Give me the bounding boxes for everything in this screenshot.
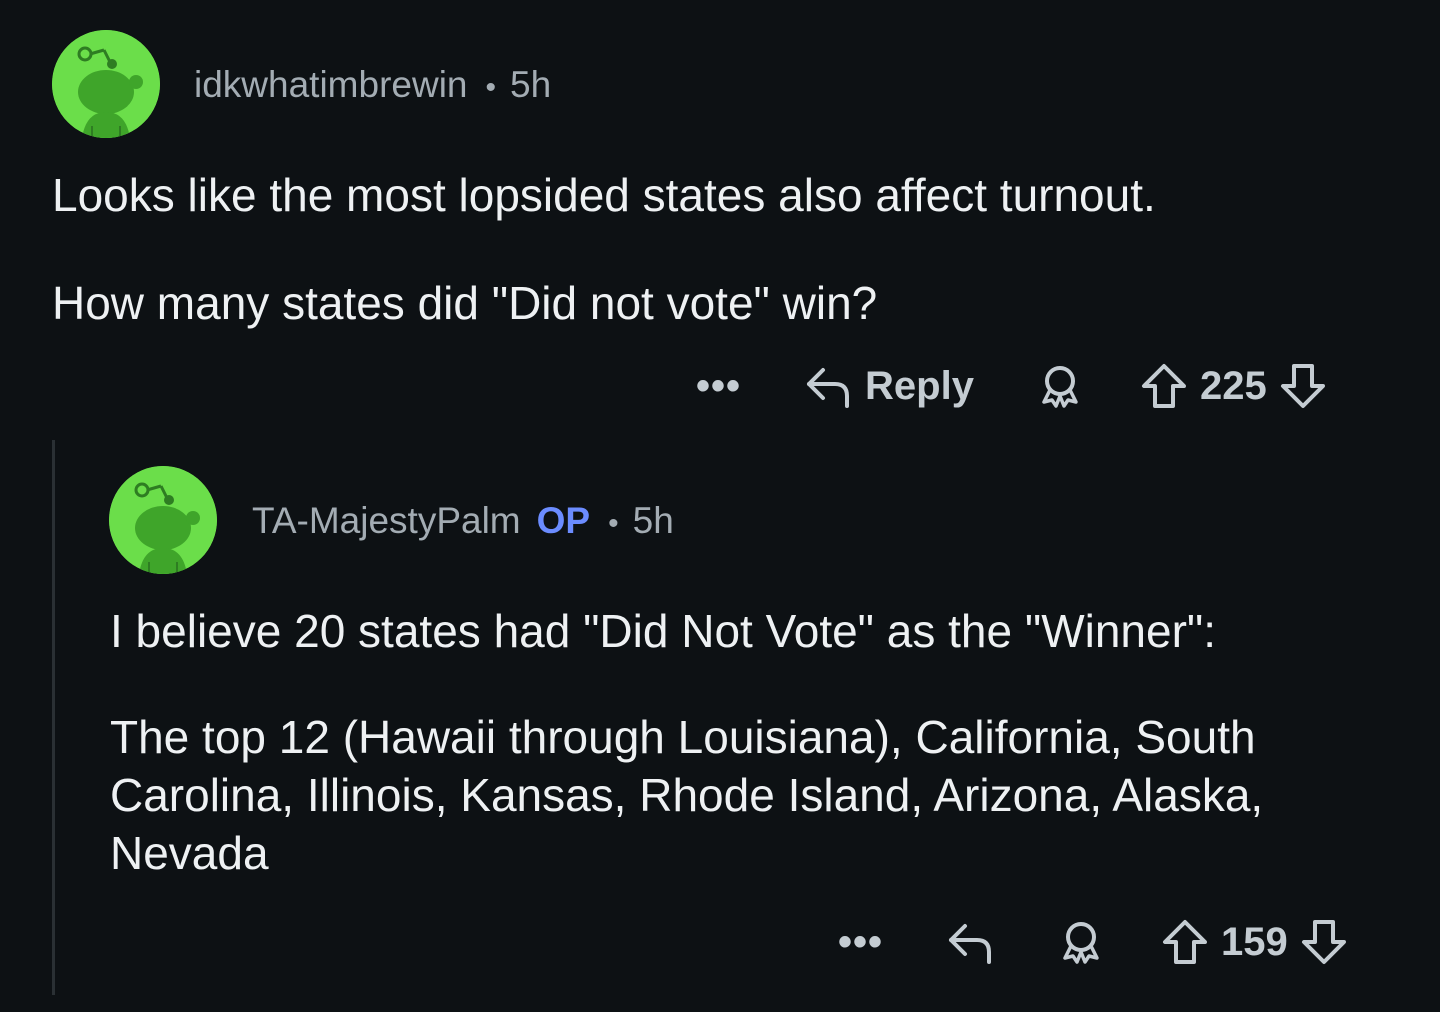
more-options-button[interactable]: ••• <box>838 922 883 962</box>
thread-line[interactable] <box>52 440 55 995</box>
reply-button[interactable]: Reply <box>803 364 974 409</box>
meta-separator: • <box>485 71 497 104</box>
downvote-arrow-icon <box>1280 364 1325 408</box>
username-link[interactable]: idkwhatimbrewin <box>194 64 468 106</box>
avatar[interactable] <box>109 466 217 574</box>
comment-meta: idkwhatimbrewin • 5h <box>194 64 551 106</box>
upvote-button[interactable] <box>1161 918 1209 966</box>
vote-score: 225 <box>1199 363 1267 408</box>
comment-paragraph: The top 12 (Hawaii through Louisiana), C… <box>110 711 1264 879</box>
comment-thread: idkwhatimbrewin • 5h Looks like the most… <box>0 0 1440 1012</box>
meta-separator: • <box>608 507 619 540</box>
reply-arrow-icon <box>949 924 992 964</box>
comment-actions: ••• Reply 225 <box>696 356 1327 416</box>
upvote-arrow-icon <box>1141 364 1186 408</box>
timestamp: 5h <box>510 64 552 105</box>
vote-score: 159 <box>1221 919 1288 964</box>
comment-paragraph: I believe 20 states had "Did Not Vote" a… <box>110 605 1217 657</box>
comment-meta: TA-MajestyPalm OP • 5h <box>252 500 674 542</box>
downvote-arrow-icon <box>1301 920 1346 964</box>
downvote-button[interactable] <box>1300 918 1348 966</box>
reply-arrow-icon <box>807 368 850 408</box>
comment-actions: ••• 159 <box>838 912 1348 972</box>
award-button[interactable] <box>1036 362 1084 410</box>
timestamp: 5h <box>632 500 674 541</box>
reply-label: Reply <box>865 363 974 408</box>
avatar[interactable] <box>52 30 160 138</box>
reply-button[interactable] <box>945 920 995 964</box>
comment-paragraph: How many states did "Did not vote" win? <box>52 277 878 329</box>
username-link[interactable]: TA-MajestyPalm <box>252 500 521 542</box>
more-options-button[interactable]: ••• <box>696 366 741 406</box>
award-icon <box>1042 366 1078 408</box>
snoo-avatar-icon <box>109 466 217 574</box>
op-badge: OP <box>536 500 591 541</box>
downvote-button[interactable] <box>1279 362 1327 410</box>
snoo-avatar-icon <box>52 30 160 138</box>
upvote-button[interactable] <box>1140 362 1188 410</box>
comment-paragraph: Looks like the most lopsided states also… <box>52 169 1156 221</box>
award-icon <box>1063 922 1099 964</box>
upvote-arrow-icon <box>1163 920 1208 964</box>
award-button[interactable] <box>1057 918 1105 966</box>
